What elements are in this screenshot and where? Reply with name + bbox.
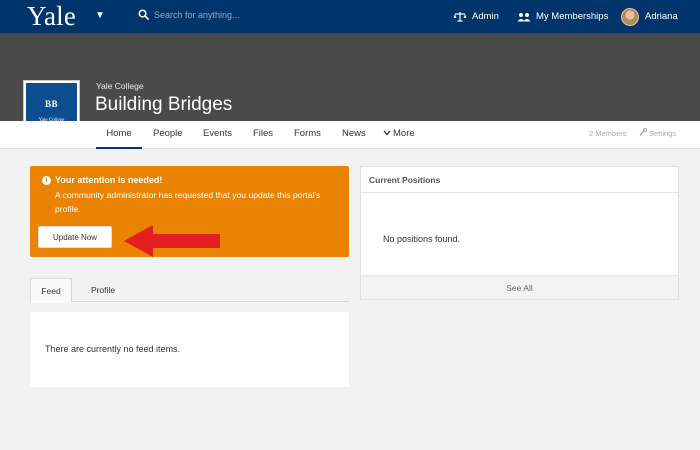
top-navbar: Yale ▼ Admin My Memberships Adriana <box>0 0 700 33</box>
portal-tab-bar: Home People Events Files Forms News More… <box>0 121 700 149</box>
tab-home[interactable]: Home <box>96 121 142 149</box>
tab-more[interactable]: More <box>383 121 415 149</box>
tab-feed[interactable]: Feed <box>30 278 72 303</box>
tab-files[interactable]: Files <box>253 121 273 149</box>
chevron-down-icon <box>383 130 391 136</box>
admin-label: Admin <box>472 11 499 22</box>
alert-message: A community administrator has requested … <box>55 190 321 214</box>
admin-link[interactable]: Admin <box>453 0 499 33</box>
user-menu[interactable]: Adriana <box>621 0 678 33</box>
wrench-icon <box>639 128 647 136</box>
tab-news[interactable]: News <box>342 121 366 149</box>
update-now-button[interactable]: Update Now <box>38 226 112 248</box>
feed-panel: There are currently no feed items. <box>30 312 349 387</box>
avatar <box>621 7 639 26</box>
red-arrow-icon <box>124 225 220 257</box>
current-positions-panel: Current Positions No positions found. Se… <box>360 166 679 300</box>
user-name: Adriana <box>645 11 678 22</box>
tab-forms[interactable]: Forms <box>294 121 321 149</box>
crest-initials: BB <box>44 99 58 109</box>
yale-logo[interactable]: Yale <box>27 1 76 32</box>
people-icon <box>517 12 531 21</box>
see-all-link[interactable]: See All <box>361 275 678 299</box>
search-icon <box>138 9 149 20</box>
chevron-down-icon[interactable]: ▼ <box>95 10 105 21</box>
tab-events[interactable]: Events <box>203 121 232 149</box>
alert-title: Your attention is needed! <box>55 175 163 185</box>
search-input[interactable] <box>154 9 284 20</box>
page-title: Building Bridges <box>95 94 233 115</box>
search-bar[interactable] <box>138 9 284 20</box>
memberships-label: My Memberships <box>536 11 609 22</box>
tab-profile[interactable]: Profile <box>84 278 122 302</box>
feed-tab-bar: Feed Profile <box>30 278 349 303</box>
settings-label: Settings <box>649 129 677 138</box>
panel-title: Current Positions <box>361 167 678 193</box>
feed-empty-message: There are currently no feed items. <box>45 344 181 354</box>
tab-people[interactable]: People <box>153 121 183 149</box>
info-icon: i <box>42 176 51 185</box>
my-memberships-link[interactable]: My Memberships <box>517 0 608 33</box>
scales-icon <box>453 12 467 22</box>
parent-organization[interactable]: Yale College <box>96 81 144 91</box>
positions-empty-message: No positions found. <box>383 234 461 244</box>
settings-link[interactable]: Settings <box>639 121 676 149</box>
tab-more-label: More <box>393 128 415 139</box>
member-count[interactable]: 2 Members <box>589 121 627 149</box>
